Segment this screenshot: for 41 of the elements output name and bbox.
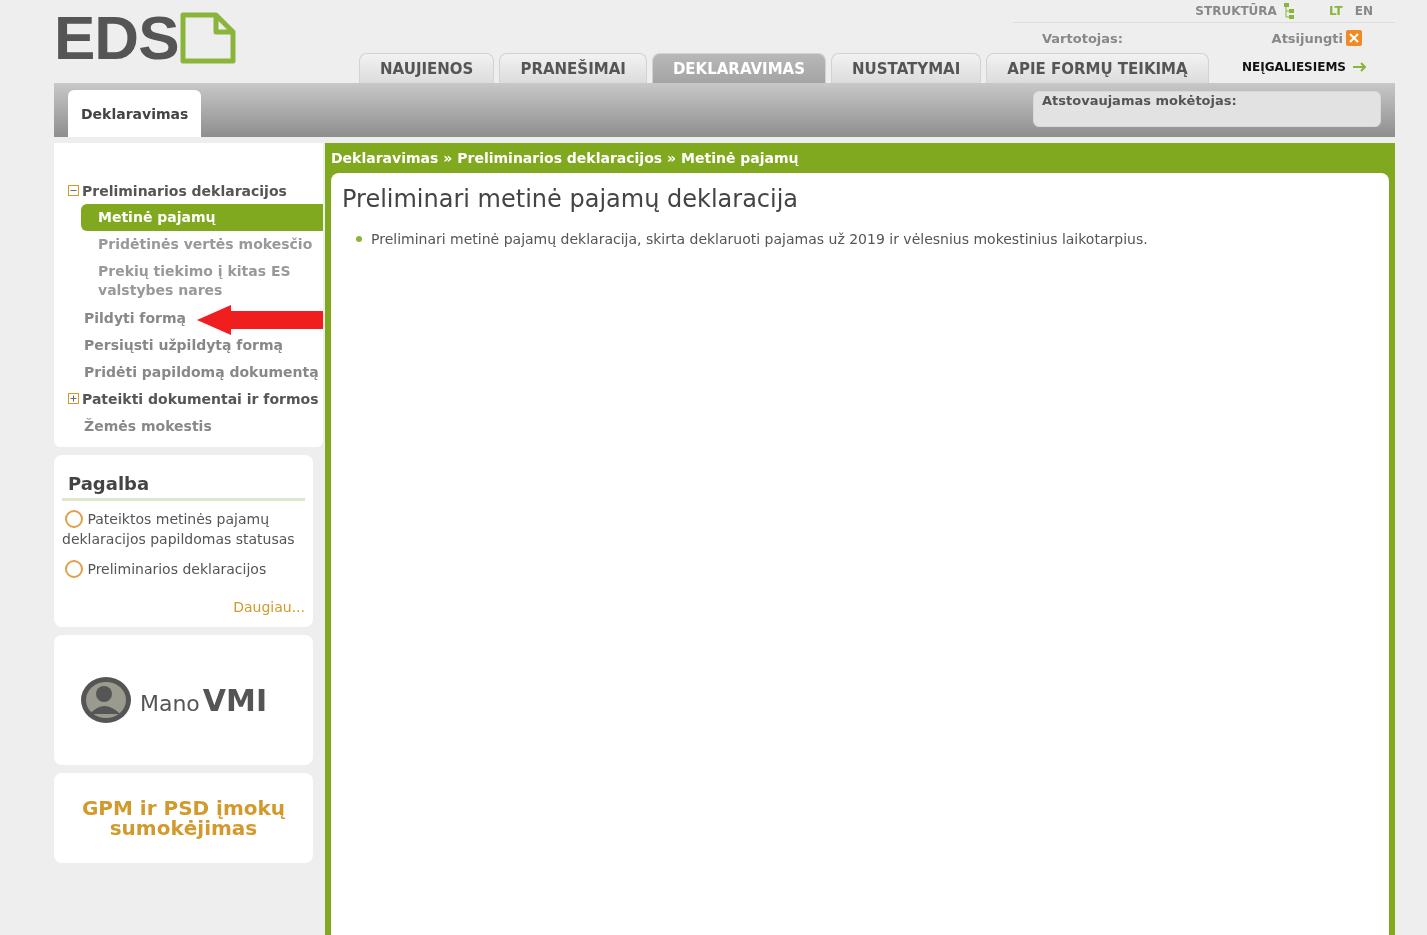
subnav-tab[interactable]: Deklaravimas bbox=[68, 90, 202, 137]
represented-payer-field: Atstovaujamas mokėtojas: bbox=[1033, 91, 1381, 127]
breadcrumb-link[interactable]: Deklaravimas » bbox=[331, 150, 453, 166]
sidebar-item[interactable]: Pildyti formą bbox=[68, 309, 187, 326]
sidebar-item[interactable]: Pridėti papildomą dokumentą bbox=[68, 363, 319, 380]
sidebar-item[interactable]: Preliminarios deklaracijos bbox=[82, 182, 287, 199]
sidebar-item[interactable]: Pateikti dokumentai ir formos bbox=[82, 390, 319, 407]
nav-tab[interactable]: PRANEŠIMAI bbox=[499, 53, 647, 83]
sidebar-subitem[interactable]: Prekių tiekimo į kitas ES valstybes nares bbox=[81, 258, 323, 304]
nav-tab[interactable]: APIE FORMŲ TEIKIMĄ bbox=[986, 53, 1209, 83]
language-link[interactable]: LT bbox=[1328, 4, 1343, 18]
promo-logo-text[interactable]: ManoVMI bbox=[139, 682, 268, 718]
sidebar-subitem[interactable]: Pridėtinės vertės mokesčio bbox=[81, 231, 323, 258]
bullet-text: Preliminari metinė pajamų deklaracija, skirta deklaruoti pajamas už 2019 ir vėlesnius mokestinius laikotarpius. bbox=[371, 231, 1148, 247]
user-label: Vartotojas: bbox=[1042, 30, 1123, 46]
nav-tab[interactable]: NUSTATYMAI bbox=[831, 53, 982, 83]
arrow-right-icon bbox=[1353, 62, 1367, 72]
document-icon bbox=[180, 12, 237, 64]
bullet-icon bbox=[356, 236, 362, 242]
breadcrumb-link[interactable]: » Metinė pajamų bbox=[667, 150, 799, 166]
language-link[interactable]: EN bbox=[1354, 4, 1373, 18]
sidebar-item[interactable]: Persiųsti užpildytą formą bbox=[68, 336, 283, 353]
nav-tab[interactable]: DEKLARAVIMAS bbox=[651, 53, 827, 83]
expand-icon[interactable] bbox=[68, 393, 79, 404]
sitemap-icon bbox=[1282, 3, 1295, 19]
payment-link[interactable]: GPM ir PSD įmokų sumokėjimas bbox=[78, 798, 289, 838]
help-link[interactable]: Preliminarios deklaracijos bbox=[62, 559, 305, 579]
structure-link[interactable]: STRUKTŪRA bbox=[1195, 4, 1277, 18]
help-title: Pagalba bbox=[62, 463, 305, 501]
sidebar-subitem[interactable]: Metinė pajamų bbox=[81, 204, 323, 231]
logout-link[interactable]: Atsijungti bbox=[1271, 30, 1343, 46]
sidebar-item[interactable]: Žemės mokestis bbox=[68, 417, 212, 434]
help-link[interactable]: Pateiktos metinės pajamų deklaracijos papildomas statusas bbox=[62, 509, 305, 549]
page-title: Preliminari metinė pajamų deklaracija bbox=[342, 185, 800, 213]
eds-logo-text: EDS bbox=[54, 10, 179, 66]
user-silhouette-icon bbox=[79, 676, 132, 724]
more-link[interactable]: Daugiau... bbox=[233, 599, 305, 615]
collapse-icon[interactable] bbox=[68, 185, 79, 196]
nav-tab[interactable]: NAUJIENOS bbox=[359, 53, 495, 83]
breadcrumb-link[interactable]: Preliminarios deklaracijos bbox=[457, 150, 663, 166]
accessibility-link[interactable]: NEĮGALIESIEMS bbox=[1241, 60, 1346, 74]
